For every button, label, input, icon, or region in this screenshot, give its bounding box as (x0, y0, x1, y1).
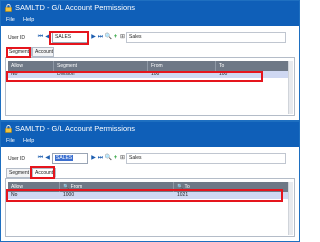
grid-header: Allow Segment From To (8, 61, 288, 71)
menu-help[interactable]: Help (23, 137, 34, 146)
account-tab-highlight (30, 166, 55, 179)
user-id-label: User ID (8, 156, 25, 162)
user-id-highlight (49, 31, 89, 45)
menu-file[interactable]: File (6, 137, 15, 146)
window-title: SAMLTD - G/L Account Permissions (15, 3, 136, 12)
grid-body (8, 199, 288, 235)
row-highlight (6, 189, 283, 202)
row-highlight (6, 71, 263, 82)
window-title: SAMLTD - G/L Account Permissions (15, 124, 136, 133)
menu-help[interactable]: Help (23, 16, 34, 25)
user-id-field[interactable]: SALES (52, 153, 88, 164)
user-id-label: User ID (8, 35, 25, 41)
title-bar: SAMLTD - G/L Account Permissions (1, 122, 299, 136)
user-id-row: User ID ⏮ ◀ SALES ▶ ⏭ 🔍 + ⊞ Sales (1, 26, 299, 46)
previous-record-icon[interactable]: ◀ (43, 154, 52, 163)
menu-file[interactable]: File (6, 16, 15, 25)
lock-icon (5, 4, 12, 12)
segment-tab-highlight (6, 47, 31, 58)
tab-segment[interactable]: Segment (6, 168, 32, 178)
col-segment[interactable]: Segment (54, 61, 148, 71)
title-bar: SAMLTD - G/L Account Permissions (1, 1, 299, 15)
grid-body (8, 78, 288, 114)
col-allow[interactable]: Allow (8, 61, 54, 71)
menu-bar: File Help (1, 136, 299, 147)
account-permissions-window: SAMLTD - G/L Account Permissions File He… (0, 121, 300, 242)
vertical-scrollbar[interactable] (288, 182, 293, 235)
user-description: Sales (126, 32, 286, 43)
tab-account[interactable]: Account (32, 47, 54, 57)
account-grid-panel: Allow 🔍 From 🔍 To No 1000 1021 (5, 178, 295, 237)
vertical-scrollbar[interactable] (288, 61, 293, 114)
segment-permissions-window: SAMLTD - G/L Account Permissions File He… (0, 0, 300, 121)
user-id-row: User ID ⏮ ◀ SALES ▶ ⏭ 🔍 + ⊞ Sales (1, 147, 299, 167)
user-description: Sales (126, 153, 286, 164)
lock-icon (5, 125, 12, 133)
user-id-value: SALES (55, 155, 74, 161)
menu-bar: File Help (1, 15, 299, 26)
col-from[interactable]: From (148, 61, 216, 71)
tab-strip: Segment Account (1, 46, 299, 57)
segment-grid-panel: Allow Segment From To No Division 100 10… (5, 57, 295, 116)
col-to[interactable]: To (216, 61, 288, 71)
